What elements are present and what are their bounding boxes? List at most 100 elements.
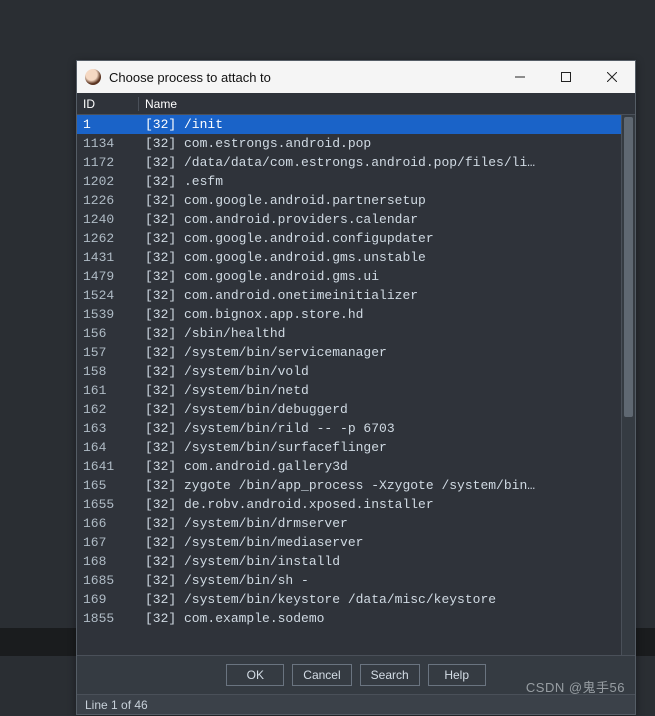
table-row[interactable]: 1172[32] /data/data/com.estrongs.android… xyxy=(77,153,635,172)
process-table: ID Name 1[32] /init1134[32] com.estrongs… xyxy=(77,93,635,655)
table-row[interactable]: 165[32] zygote /bin/app_process -Xzygote… xyxy=(77,476,635,495)
cell-process-name: [32] /system/bin/drmserver xyxy=(139,514,635,533)
cell-process-id: 1655 xyxy=(77,495,139,514)
cell-process-id: 169 xyxy=(77,590,139,609)
status-bar: Line 1 of 46 xyxy=(77,694,635,714)
table-row[interactable]: 169[32] /system/bin/keystore /data/misc/… xyxy=(77,590,635,609)
cell-process-id: 1641 xyxy=(77,457,139,476)
close-button[interactable] xyxy=(589,61,635,93)
table-row[interactable]: 166[32] /system/bin/drmserver xyxy=(77,514,635,533)
table-row[interactable]: 1226[32] com.google.android.partnersetup xyxy=(77,191,635,210)
titlebar[interactable]: Choose process to attach to xyxy=(77,61,635,93)
cell-process-name: [32] /data/data/com.estrongs.android.pop… xyxy=(139,153,635,172)
cell-process-name: [32] /system/bin/servicemanager xyxy=(139,343,635,362)
cell-process-id: 157 xyxy=(77,343,139,362)
cell-process-name: [32] .esfm xyxy=(139,172,635,191)
table-row[interactable]: 1855[32] com.example.sodemo xyxy=(77,609,635,628)
cell-process-id: 1262 xyxy=(77,229,139,248)
cell-process-id: 161 xyxy=(77,381,139,400)
cell-process-id: 1524 xyxy=(77,286,139,305)
app-icon xyxy=(85,69,101,85)
search-button[interactable]: Search xyxy=(360,664,420,686)
table-row[interactable]: 1431[32] com.google.android.gms.unstable xyxy=(77,248,635,267)
button-bar: OK Cancel Search Help xyxy=(77,655,635,694)
maximize-button[interactable] xyxy=(543,61,589,93)
table-row[interactable]: 1685[32] /system/bin/sh - xyxy=(77,571,635,590)
cell-process-id: 1240 xyxy=(77,210,139,229)
cancel-button[interactable]: Cancel xyxy=(292,664,351,686)
cell-process-name: [32] com.google.android.configupdater xyxy=(139,229,635,248)
cell-process-name: [32] com.android.providers.calendar xyxy=(139,210,635,229)
cell-process-id: 1226 xyxy=(77,191,139,210)
cell-process-id: 1202 xyxy=(77,172,139,191)
process-rows: 1[32] /init1134[32] com.estrongs.android… xyxy=(77,115,635,655)
status-text: Line 1 of 46 xyxy=(85,698,148,712)
cell-process-name: [32] zygote /bin/app_process -Xzygote /s… xyxy=(139,476,635,495)
table-row[interactable]: 164[32] /system/bin/surfaceflinger xyxy=(77,438,635,457)
cell-process-name: [32] com.google.android.gms.unstable xyxy=(139,248,635,267)
cell-process-id: 167 xyxy=(77,533,139,552)
cell-process-id: 1172 xyxy=(77,153,139,172)
table-row[interactable]: 1655[32] de.robv.android.xposed.installe… xyxy=(77,495,635,514)
table-row[interactable]: 157[32] /system/bin/servicemanager xyxy=(77,343,635,362)
table-row[interactable]: 161[32] /system/bin/netd xyxy=(77,381,635,400)
cell-process-id: 1855 xyxy=(77,609,139,628)
scroll-thumb[interactable] xyxy=(624,117,633,417)
dialog-window: Choose process to attach to ID Name 1[32… xyxy=(76,60,636,715)
table-row[interactable]: 158[32] /system/bin/vold xyxy=(77,362,635,381)
ok-button[interactable]: OK xyxy=(226,664,284,686)
cell-process-id: 164 xyxy=(77,438,139,457)
cell-process-name: [32] /system/bin/netd xyxy=(139,381,635,400)
table-row[interactable]: 1240[32] com.android.providers.calendar xyxy=(77,210,635,229)
table-row[interactable]: 1539[32] com.bignox.app.store.hd xyxy=(77,305,635,324)
cell-process-name: [32] /system/bin/surfaceflinger xyxy=(139,438,635,457)
cell-process-name: [32] /sbin/healthd xyxy=(139,324,635,343)
table-row[interactable]: 1641[32] com.android.gallery3d xyxy=(77,457,635,476)
cell-process-name: [32] com.google.android.partnersetup xyxy=(139,191,635,210)
cell-process-name: [32] de.robv.android.xposed.installer xyxy=(139,495,635,514)
cell-process-id: 165 xyxy=(77,476,139,495)
cell-process-name: [32] com.android.gallery3d xyxy=(139,457,635,476)
cell-process-name: [32] /system/bin/keystore /data/misc/key… xyxy=(139,590,635,609)
cell-process-id: 1431 xyxy=(77,248,139,267)
cell-process-id: 1539 xyxy=(77,305,139,324)
table-row[interactable]: 1202[32] .esfm xyxy=(77,172,635,191)
table-row[interactable]: 163[32] /system/bin/rild -- -p 6703 xyxy=(77,419,635,438)
cell-process-id: 1479 xyxy=(77,267,139,286)
cell-process-id: 162 xyxy=(77,400,139,419)
vertical-scrollbar[interactable] xyxy=(621,115,635,655)
cell-process-id: 163 xyxy=(77,419,139,438)
cell-process-id: 156 xyxy=(77,324,139,343)
cell-process-id: 168 xyxy=(77,552,139,571)
help-button[interactable]: Help xyxy=(428,664,486,686)
cell-process-id: 166 xyxy=(77,514,139,533)
table-row[interactable]: 1134[32] com.estrongs.android.pop xyxy=(77,134,635,153)
cell-process-name: [32] /system/bin/installd xyxy=(139,552,635,571)
cell-process-name: [32] /system/bin/debuggerd xyxy=(139,400,635,419)
table-row[interactable]: 1[32] /init xyxy=(77,115,635,134)
table-row[interactable]: 168[32] /system/bin/installd xyxy=(77,552,635,571)
table-row[interactable]: 156[32] /sbin/healthd xyxy=(77,324,635,343)
table-row[interactable]: 1262[32] com.google.android.configupdate… xyxy=(77,229,635,248)
cell-process-name: [32] com.bignox.app.store.hd xyxy=(139,305,635,324)
cell-process-id: 1685 xyxy=(77,571,139,590)
cell-process-name: [32] /system/bin/sh - xyxy=(139,571,635,590)
column-header-id[interactable]: ID xyxy=(77,97,139,111)
cell-process-name: [32] /system/bin/mediaserver xyxy=(139,533,635,552)
table-row[interactable]: 162[32] /system/bin/debuggerd xyxy=(77,400,635,419)
table-row[interactable]: 1524[32] com.android.onetimeinitializer xyxy=(77,286,635,305)
minimize-button[interactable] xyxy=(497,61,543,93)
cell-process-name: [32] /system/bin/vold xyxy=(139,362,635,381)
cell-process-id: 1 xyxy=(77,115,139,134)
cell-process-name: [32] com.google.android.gms.ui xyxy=(139,267,635,286)
window-title: Choose process to attach to xyxy=(109,70,271,85)
column-header-name[interactable]: Name xyxy=(139,97,635,111)
table-row[interactable]: 1479[32] com.google.android.gms.ui xyxy=(77,267,635,286)
cell-process-name: [32] /system/bin/rild -- -p 6703 xyxy=(139,419,635,438)
cell-process-id: 158 xyxy=(77,362,139,381)
cell-process-name: [32] com.android.onetimeinitializer xyxy=(139,286,635,305)
cell-process-name: [32] /init xyxy=(139,115,635,134)
cell-process-id: 1134 xyxy=(77,134,139,153)
table-row[interactable]: 167[32] /system/bin/mediaserver xyxy=(77,533,635,552)
cell-process-name: [32] com.example.sodemo xyxy=(139,609,635,628)
